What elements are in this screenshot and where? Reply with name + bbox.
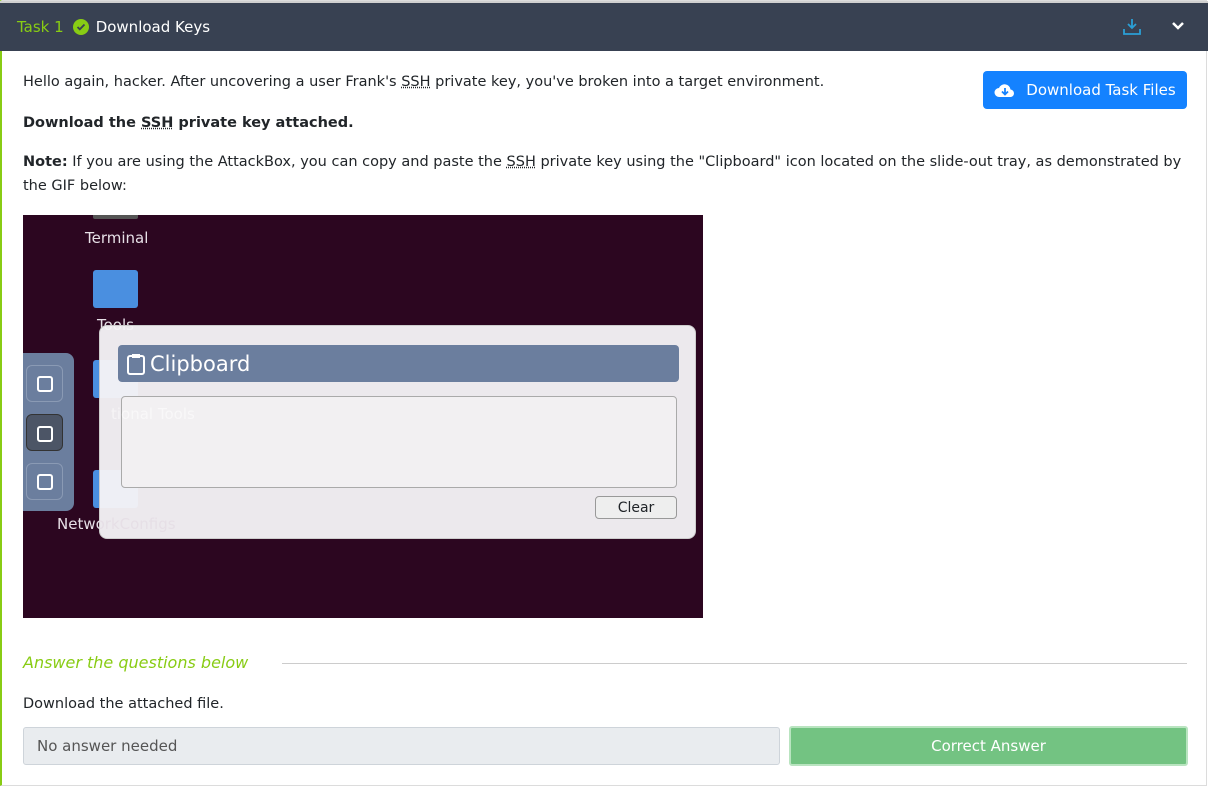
keyboard-icon bbox=[26, 365, 63, 402]
cloud-download-icon bbox=[994, 84, 1015, 97]
clipboard-icon bbox=[26, 414, 63, 451]
question-text: Download the attached file. bbox=[23, 696, 224, 712]
desktop-label-terminal: Terminal bbox=[85, 229, 149, 247]
clipboard-icon bbox=[127, 353, 145, 375]
correct-answer-button[interactable]: Correct Answer bbox=[789, 726, 1188, 766]
answer-heading: Answer the questions below bbox=[23, 653, 249, 672]
instruction-text: Download the SSH private key attached. bbox=[23, 115, 354, 131]
answer-input[interactable]: No answer needed bbox=[23, 727, 780, 765]
clipboard-dialog-header: Clipboard bbox=[118, 345, 679, 382]
task-header[interactable]: Task 1 Download Keys bbox=[0, 1, 1208, 51]
slide-out-tray bbox=[23, 353, 74, 511]
desktop-label-additional-tools: tional Tools bbox=[111, 405, 195, 423]
clipboard-textarea bbox=[121, 396, 677, 488]
terminal-icon bbox=[93, 215, 138, 219]
task-title: Download Keys bbox=[95, 18, 211, 36]
desktop-label-networkconfigs: NetworkConfigs bbox=[57, 515, 176, 533]
download-icon[interactable] bbox=[1122, 17, 1142, 41]
task-number: Task 1 bbox=[17, 18, 64, 36]
intro-text: Hello again, hacker. After uncovering a … bbox=[23, 74, 825, 90]
check-circle-icon bbox=[72, 19, 89, 35]
clipboard-demo-gif: Terminal Tools tional Tools NetworkConfi… bbox=[23, 215, 703, 618]
clear-button: Clear bbox=[595, 496, 677, 519]
fullscreen-icon bbox=[26, 463, 63, 500]
download-task-files-button[interactable]: Download Task Files bbox=[983, 71, 1187, 109]
download-button-label: Download Task Files bbox=[1026, 81, 1176, 99]
chevron-down-icon[interactable] bbox=[1170, 18, 1186, 38]
clipboard-dialog: Clipboard Clear bbox=[99, 325, 696, 539]
folder-icon bbox=[93, 270, 138, 308]
divider bbox=[282, 663, 1187, 664]
task-card: Task 1 Download Keys Download Task Files… bbox=[0, 0, 1208, 786]
note-text: Note: If you are using the AttackBox, yo… bbox=[23, 154, 1182, 194]
